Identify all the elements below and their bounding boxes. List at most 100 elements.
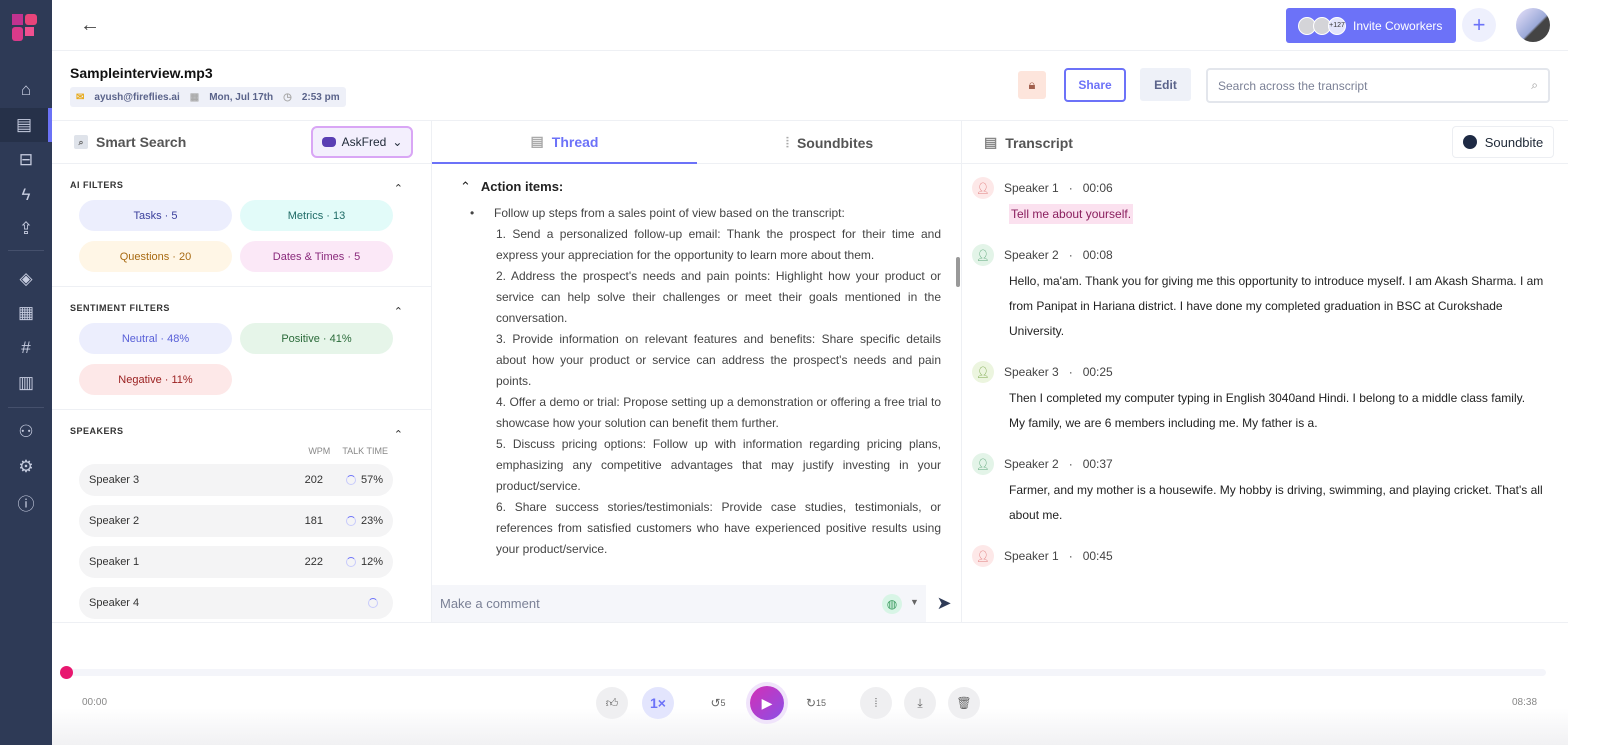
chevron-up-icon[interactable]: ⌃	[394, 428, 403, 441]
timestamp[interactable]: 00:25	[1083, 365, 1113, 379]
lock-icon[interactable]: 🔒︎	[1018, 71, 1046, 99]
globe-icon[interactable]: ◍	[882, 594, 902, 614]
filter-chip[interactable]: Dates & Times · 5	[240, 241, 393, 272]
home-icon[interactable]: ⌂	[0, 73, 52, 107]
transcript-entry: 👤︎ Speaker 1 · 00:45	[972, 542, 1558, 570]
analytics-icon[interactable]: ▥	[0, 366, 52, 400]
filter-chip[interactable]: Neutral · 48%	[79, 323, 232, 354]
team-icon[interactable]: ⚇	[0, 415, 52, 449]
thumbs-up-icon[interactable]: 👍︎	[596, 687, 628, 719]
filter-chip[interactable]: Questions · 20	[79, 241, 232, 272]
action-item: 4. Offer a demo or trial: Propose settin…	[496, 395, 941, 430]
invite-coworkers-button[interactable]: +127 Invite Coworkers	[1286, 8, 1456, 43]
speaker-row[interactable]: Speaker 2 181 23%	[79, 505, 393, 537]
timestamp[interactable]: 00:08	[1083, 248, 1113, 262]
bolt-icon[interactable]: ϟ	[0, 178, 52, 212]
tab-thread[interactable]: ▤ Thread	[432, 121, 697, 164]
talk-time-value: 57%	[360, 474, 383, 486]
coworker-count: +127	[1328, 16, 1346, 35]
askfred-dropdown[interactable]: AskFred ⌄	[311, 126, 413, 158]
action-item: 2. Address the prospect's needs and pain…	[496, 269, 941, 325]
chevron-up-icon[interactable]: ⌃	[394, 182, 403, 195]
transcript-search-input[interactable]: Search across the transcript ⌕	[1206, 68, 1550, 103]
chevron-up-icon[interactable]: ⌃	[394, 305, 403, 318]
transcript-text: Tell me about yourself.	[1009, 202, 1558, 227]
speaker-name[interactable]: Speaker 1	[1004, 549, 1059, 563]
smart-search-icon: ⌕	[74, 135, 88, 149]
user-avatar[interactable]	[1516, 8, 1550, 42]
meeting-meta: ✉ ayush@fireflies.ai ▦ Mon, Jul 17th ◷ 2:53…	[70, 87, 346, 107]
download-icon[interactable]: ⤓	[904, 687, 936, 719]
calendar-icon: ▦	[189, 91, 200, 103]
speaker-name[interactable]: Speaker 2	[1004, 457, 1059, 471]
tab-label: Soundbites	[796, 134, 874, 151]
soundbite-button[interactable]: Soundbite	[1452, 126, 1554, 158]
smart-search-title: Smart Search	[96, 134, 187, 150]
speaker-name: Speaker 1	[89, 556, 140, 568]
settings-icon[interactable]: ⚙	[0, 450, 52, 484]
upload-icon[interactable]: ⇪	[0, 212, 52, 246]
meetings-icon[interactable]: ⊟	[0, 143, 52, 177]
timestamp[interactable]: 00:06	[1083, 181, 1113, 195]
filter-chip[interactable]: Tasks · 5	[79, 200, 232, 231]
rewind-icon[interactable]: ↺ 5	[702, 687, 734, 719]
trash-icon[interactable]: 🗑︎	[948, 687, 980, 719]
speakers-heading: SPEAKERS	[70, 426, 124, 436]
filter-chip[interactable]: Positive · 41%	[240, 323, 393, 354]
soundwave-icon[interactable]: ⦙	[860, 687, 892, 719]
filter-chip[interactable]: Metrics · 13	[240, 200, 393, 231]
timestamp[interactable]: 00:45	[1083, 549, 1113, 563]
progress-handle[interactable]	[60, 666, 73, 679]
hashtag-icon[interactable]: #	[0, 331, 52, 365]
ai-filters-section: AI FILTERS ⌃ Tasks · 5 Metrics · 13 Questi…	[52, 164, 431, 287]
transcript-text: Then I completed my computer typing in E…	[1009, 386, 1558, 436]
audio-player: 00:00 08:38 👍︎ 1× ↺ 5 ▶ ↻ 15 ⦙ ⤓ 🗑︎	[52, 622, 1568, 745]
speaker-name[interactable]: Speaker 2	[1004, 248, 1059, 262]
sentence[interactable]: Farmer, and my mother is a housewife. My…	[1009, 483, 1543, 522]
edit-button[interactable]: Edit	[1140, 68, 1191, 101]
fireflies-logo[interactable]	[12, 14, 38, 42]
meeting-date: Mon, Jul 17th	[209, 91, 274, 103]
collapse-chevron-icon[interactable]: ⌃	[460, 179, 471, 194]
speaker-line: 👤︎ Speaker 1 · 00:06	[972, 174, 1558, 202]
speaker-row[interactable]: Speaker 1 222 12%	[79, 546, 393, 578]
speaker-avatar-icon: 👤︎	[972, 177, 994, 199]
back-arrow-icon[interactable]: ←	[80, 14, 100, 37]
section-title: Action items:	[480, 179, 564, 194]
comment-input[interactable]: Make a comment ◍ ▼ ➤	[432, 585, 961, 622]
caret-down-icon[interactable]: ▼	[910, 597, 919, 607]
nav-divider	[8, 250, 44, 251]
send-icon[interactable]: ➤	[926, 585, 961, 622]
soundwave-icon: ⦙	[785, 134, 789, 150]
speaker-name[interactable]: Speaker 3	[1004, 365, 1059, 379]
speaker-talk-time	[323, 598, 383, 608]
layers-icon[interactable]: ◈	[0, 262, 52, 296]
sentence[interactable]: Then I completed my computer typing in E…	[1009, 391, 1525, 430]
action-item: 6. Share success stories/testimonials: P…	[496, 500, 941, 556]
speaker-name[interactable]: Speaker 1	[1004, 181, 1059, 195]
ai-filters-heading: AI FILTERS	[70, 180, 124, 190]
speaker-avatar-icon: 👤︎	[972, 361, 994, 383]
filter-chip[interactable]: Negative · 11%	[79, 364, 232, 395]
speaker-row[interactable]: Speaker 3 202 57%	[79, 464, 393, 496]
play-button[interactable]: ▶	[750, 686, 784, 720]
speed-button[interactable]: 1×	[642, 687, 674, 719]
sentence[interactable]: Hello, ma'am. Thank you for giving me th…	[1009, 274, 1543, 338]
timestamp[interactable]: 00:37	[1083, 457, 1113, 471]
speaker-row[interactable]: Speaker 4	[79, 587, 393, 619]
notes-icon[interactable]: ▤	[0, 108, 52, 142]
progress-track[interactable]	[66, 669, 1546, 676]
add-button[interactable]: +	[1462, 8, 1496, 42]
speaker-avatar-icon: 👤︎	[972, 545, 994, 567]
sentence[interactable]: Tell me about yourself.	[1009, 204, 1134, 224]
apps-icon[interactable]: ▦	[0, 296, 52, 330]
thread-scrollbar[interactable]	[956, 257, 960, 287]
invite-label: Invite Coworkers	[1353, 18, 1443, 33]
info-icon[interactable]: ⓘ	[0, 485, 52, 519]
action-item: 1. Send a personalized follow-up email: …	[496, 227, 941, 262]
speaker-avatar-icon: 👤︎	[972, 244, 994, 266]
forward-icon[interactable]: ↻ 15	[800, 687, 832, 719]
thread-icon: ▤	[530, 133, 544, 149]
share-button[interactable]: Share	[1064, 68, 1126, 102]
tab-soundbites[interactable]: ⦙ Soundbites	[697, 121, 961, 164]
